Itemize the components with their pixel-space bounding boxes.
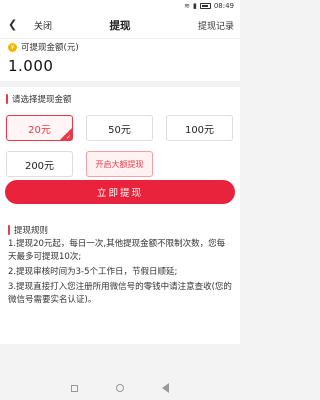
rules-card: 提现规则 1.提现20元起，每日一次,其他提现金额不限制次数，您每天最多可提现1… (0, 218, 240, 344)
system-nav-bar (0, 376, 240, 400)
amount-option-50[interactable]: 50元 (86, 115, 153, 141)
withdraw-submit-button[interactable]: 立即提现 (5, 180, 235, 204)
rule-line: 1.提现20元起，每日一次,其他提现金额不限制次数，您每天最多可提现10次; (8, 239, 226, 262)
big-amount-label: 开启大额提现 (95, 159, 144, 169)
rule-line: 3.提现直接打入您注册所用微信号的零钱中请注意查收(您的微信号需要实名认证)。 (8, 282, 232, 305)
status-time: 08:49 (213, 2, 234, 10)
coin-icon: ¥ (8, 42, 17, 52)
home-icon[interactable] (116, 384, 124, 392)
amount-label: 100元 (184, 124, 215, 136)
selected-check-icon (60, 128, 72, 141)
amount-select-card: 请选择提现金额 20元 50元 100元 200元 开启大额提现 (0, 87, 240, 232)
amount-label: 20元 (28, 124, 51, 136)
balance-card: ¥ 可提现金额(元) 1.000 (0, 38, 240, 81)
section-bar (8, 225, 10, 235)
balance-label: 可提现金额(元) (21, 43, 79, 53)
header: ❮ 关闭 提现 提现记录 (0, 12, 240, 38)
back-icon[interactable] (162, 383, 169, 393)
balance-value: 1.000 (8, 57, 54, 75)
status-bar: ≋ ▮ 08:49 (0, 0, 240, 12)
close-button[interactable]: 关闭 (34, 19, 52, 32)
amount-option-200[interactable]: 200元 (6, 151, 73, 177)
amount-option-100[interactable]: 100元 (166, 115, 233, 141)
amount-label: 50元 (108, 124, 131, 136)
withdraw-record-link[interactable]: 提现记录 (198, 19, 234, 32)
section-bar (6, 94, 8, 104)
recent-apps-icon[interactable] (71, 384, 78, 392)
rule-line: 2.提现审核时间为3-5个工作日，节假日顺延; (8, 267, 178, 277)
wifi-icon: ≋ (184, 2, 190, 10)
amount-option-20[interactable]: 20元 (6, 115, 73, 141)
rules-title: 提现规则 (14, 226, 49, 236)
signal-icon: ▮ (192, 2, 197, 10)
battery-icon (199, 3, 211, 9)
big-amount-button[interactable]: 开启大额提现 (86, 151, 153, 177)
chevron-left-icon[interactable]: ❮ (8, 18, 17, 31)
amount-select-title: 请选择提现金额 (12, 95, 72, 105)
amount-label: 200元 (24, 160, 55, 172)
